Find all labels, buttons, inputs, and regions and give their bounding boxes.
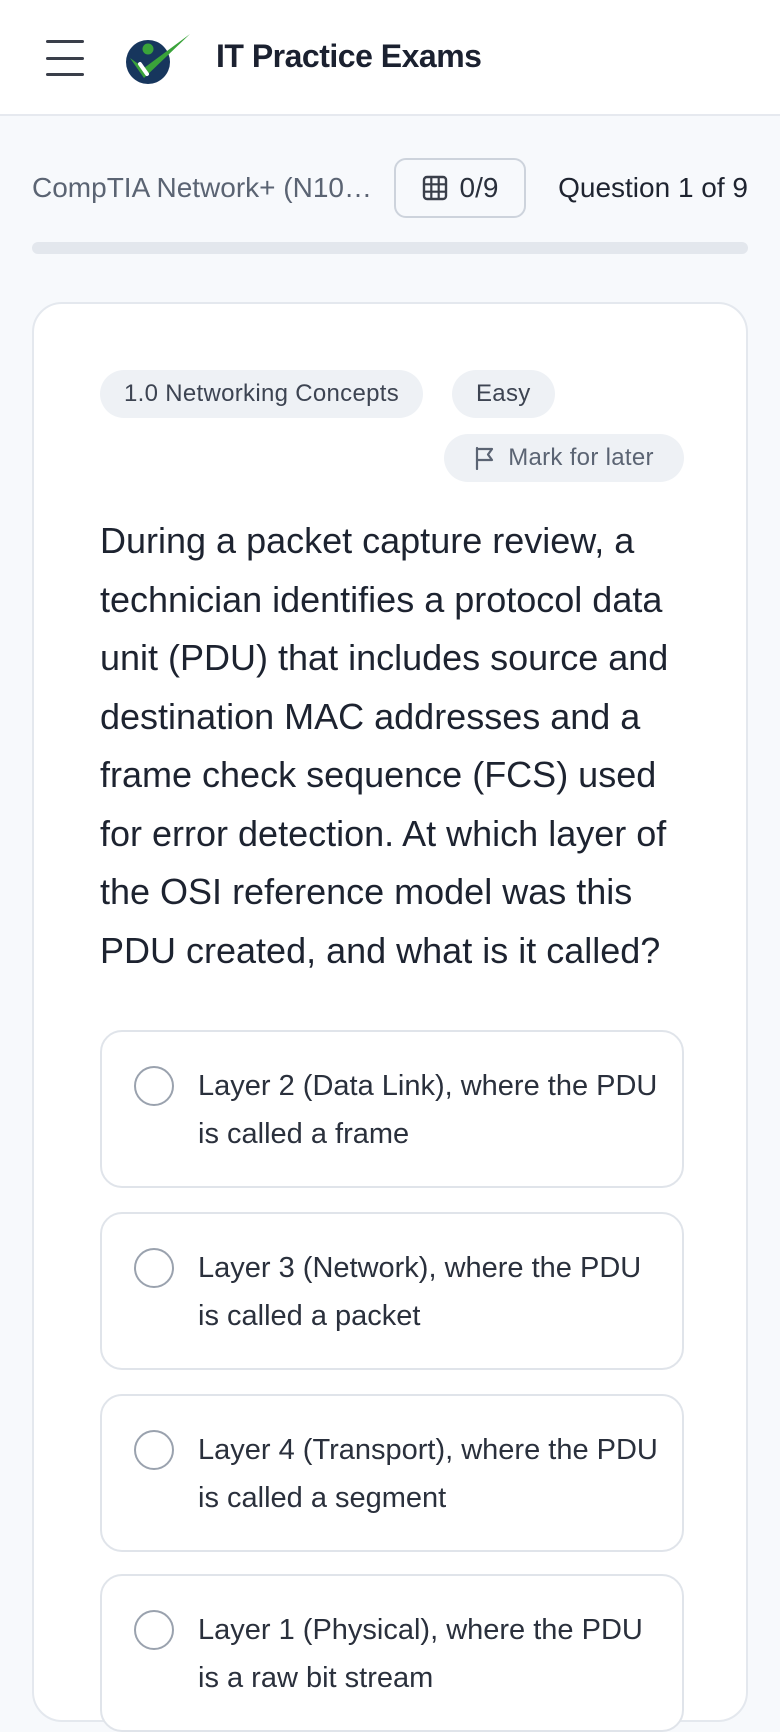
question-grid-button[interactable]: 0/9 [394,158,526,218]
question-card: 1.0 Networking Concepts Easy Mark for la… [32,302,748,1732]
radio-button[interactable] [134,1430,174,1470]
mark-for-later-button[interactable]: Mark for later [444,434,684,482]
exam-subheader: CompTIA Network+ (N10-009) 0/9 Question … [32,158,748,220]
mark-for-later-label: Mark for later [508,444,654,471]
question-text: During a packet capture review, a techni… [100,520,669,971]
answer-option-label: Layer 3 (Network), where the PDU is call… [198,1252,642,1332]
exam-name: CompTIA Network+ (N10-009) [32,172,372,203]
question-counter: Question 1 of 9 [558,172,748,203]
answer-option[interactable]: Layer 3 (Network), where the PDU is call… [100,1212,684,1370]
exam-progress-bar [32,242,748,254]
radio-button[interactable] [134,1610,174,1650]
difficulty-badge: Easy [452,370,555,418]
answer-option-label: Layer 2 (Data Link), where the PDU is ca… [198,1070,658,1150]
topic-badge: 1.0 Networking Concepts [100,370,424,418]
radio-button[interactable] [134,1248,174,1288]
answer-option[interactable]: Layer 4 (Transport), where the PDU is ca… [100,1394,684,1552]
answered-count: 0/9 [459,172,499,203]
app-header: IT Practice Exams [0,0,780,116]
radio-button[interactable] [134,1066,174,1106]
hamburger-menu-icon[interactable] [46,40,84,76]
flag-icon [476,446,494,470]
answer-option[interactable]: Layer 2 (Data Link), where the PDU is ca… [100,1030,684,1188]
grid-icon [422,175,447,201]
app-title: IT Practice Exams [216,38,482,74]
answer-option-label: Layer 4 (Transport), where the PDU is ca… [198,1434,658,1514]
app-logo [126,34,190,84]
answer-option[interactable]: Layer 1 (Physical), where the PDU is a r… [100,1574,684,1732]
